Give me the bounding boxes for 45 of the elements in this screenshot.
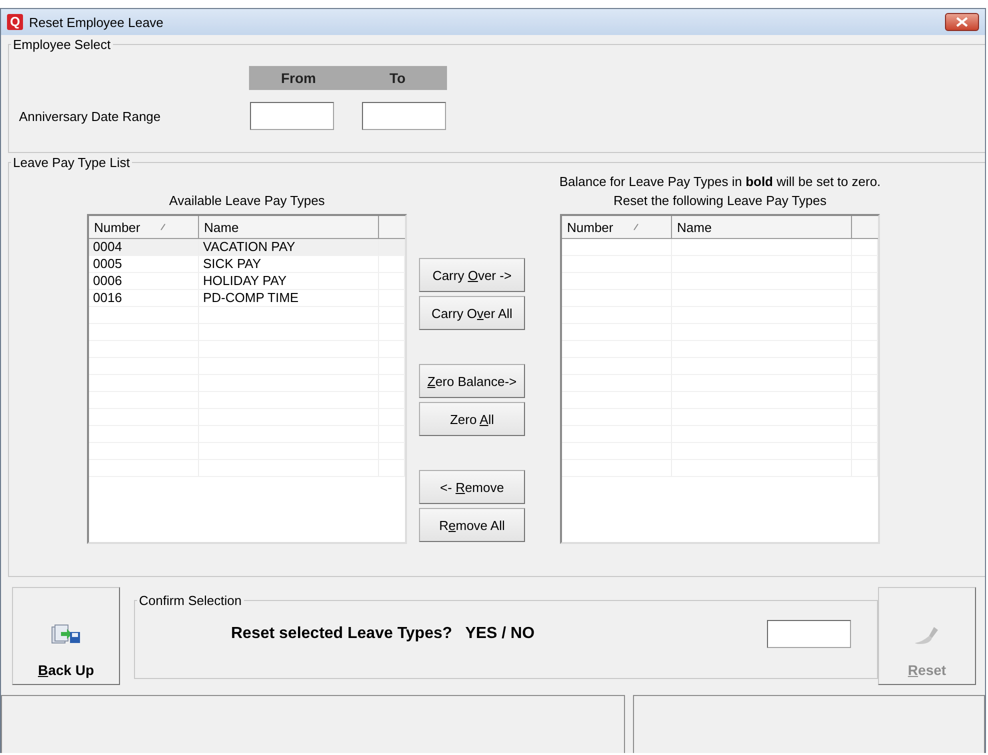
close-button[interactable]: [945, 13, 979, 31]
table-cell: SICK PAY: [199, 256, 379, 272]
date-field[interactable]: [362, 102, 446, 130]
list-caption: Available Leave Pay Types: [169, 193, 325, 208]
list-row[interactable]: 0006 HOLIDAY PAY: [89, 273, 405, 290]
date-field[interactable]: [250, 102, 334, 130]
table-cell: VACATION PAY: [199, 239, 379, 255]
column-header[interactable]: Name: [199, 216, 379, 238]
action-button[interactable]: Remove All: [419, 508, 525, 542]
close-icon: [956, 17, 968, 27]
action-button[interactable]: Carry Over All: [419, 296, 525, 330]
table-cell: 0016: [89, 290, 199, 306]
action-button[interactable]: Zero Balance->: [419, 364, 525, 398]
sort-icon: [160, 223, 166, 231]
list-row[interactable]: 0016 PD-COMP TIME: [89, 290, 405, 307]
column-header[interactable]: Number: [89, 216, 199, 238]
list-view[interactable]: Number Name: [560, 214, 880, 544]
group-legend: Leave Pay Type List: [11, 155, 132, 170]
list-caption: Reset the following Leave Pay Types: [614, 193, 826, 208]
column-header[interactable]: Number: [562, 216, 672, 238]
list-row[interactable]: 0004 VACATION PAY: [89, 239, 405, 256]
backup-icon: [51, 624, 81, 646]
list-row[interactable]: 0005 SICK PAY: [89, 256, 405, 273]
action-button[interactable]: Zero All: [419, 402, 525, 436]
group-legend: Confirm Selection: [137, 593, 244, 608]
action-button[interactable]: Carry Over ->: [419, 258, 525, 292]
column-header[interactable]: Name: [672, 216, 852, 238]
confirm-field[interactable]: [767, 620, 851, 648]
confirm-question: Reset selected Leave Types? YES / NO: [231, 625, 536, 643]
table-cell: PD-COMP TIME: [199, 290, 379, 306]
table-cell: 0004: [89, 239, 199, 255]
field-label: Anniversary Date Range: [18, 108, 162, 124]
app-logo: Q: [7, 14, 23, 30]
table-cell: 0005: [89, 256, 199, 272]
group-legend: Employee Select: [11, 37, 113, 52]
note-text: Balance for Leave Pay Types in bold will be set to zero.: [559, 174, 881, 189]
table-cell: 0006: [89, 273, 199, 289]
list-view[interactable]: Number Name 0004 VACATION PAY 0005 SICK PAY 0006 HOLIDAY PAY 0016 PD-COMP TIME: [87, 214, 407, 544]
column-label: To: [388, 70, 407, 86]
window-title: Reset Employee Leave: [29, 14, 164, 30]
back-up-button[interactable]: Back Up: [12, 587, 120, 685]
table-cell: HOLIDAY PAY: [199, 273, 379, 289]
column-label: From: [280, 70, 317, 86]
action-button[interactable]: <- Remove: [419, 470, 525, 504]
sort-icon: [633, 223, 640, 231]
